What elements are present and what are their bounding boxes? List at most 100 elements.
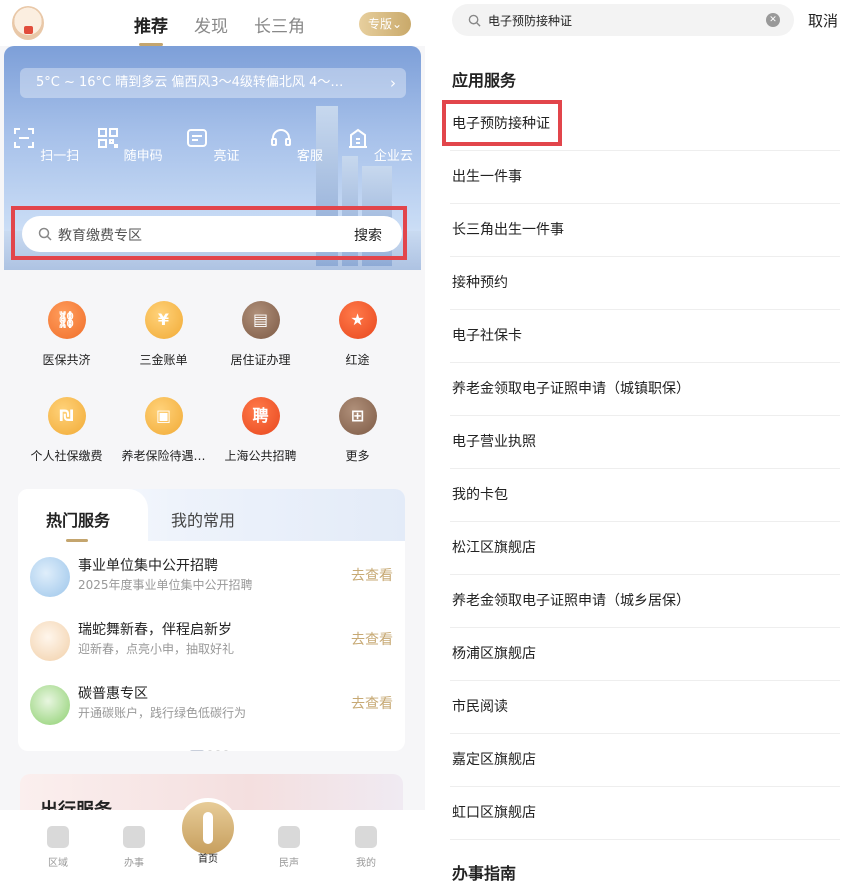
quick-health-code[interactable]: 随申码 (87, 126, 170, 164)
list-item[interactable]: 长三角出生一件事 (450, 204, 840, 257)
quick-customer-service-label: 客服 (296, 149, 323, 164)
version-button-label: 专版 (367, 17, 392, 31)
tab-label: 民声 (279, 858, 299, 869)
list-item[interactable]: 电子社保卡 (450, 310, 840, 363)
list-item[interactable]: 出生一件事 (450, 151, 840, 204)
grid-item-pension-benefits[interactable]: ▣ 养老保险待遇… (115, 392, 212, 488)
tab-region[interactable]: 区域 (38, 826, 78, 869)
building-icon (348, 128, 367, 148)
grid-item-label: 红途 (345, 353, 370, 367)
quick-show-license-label: 亮证 (213, 149, 240, 164)
tab-label: 区域 (48, 858, 68, 869)
grid-item-more[interactable]: ⊞ 更多 (309, 392, 406, 488)
list-item[interactable]: 电子营业执照 (450, 416, 840, 469)
list-item[interactable]: 嘉定区旗舰店 (450, 734, 840, 787)
search-input-value: 电子预防接种证 (488, 14, 573, 28)
list-item[interactable]: 松江区旗舰店 (450, 522, 840, 575)
hot-service-subtitle: 开通碳账户，践行绿色低碳行为 (78, 706, 247, 720)
version-button[interactable]: 专版⌄ (359, 12, 411, 36)
hot-service-title: 碳普惠专区 (78, 686, 148, 702)
list-item[interactable]: 养老金领取电子证照申请（城乡居保） (450, 575, 840, 628)
list-item[interactable]: 虹口区旗舰店 (450, 787, 840, 840)
family-icon: ⛓ (47, 301, 86, 339)
star-icon: ★ (338, 301, 377, 339)
headset-icon (270, 129, 291, 146)
tab-mine[interactable]: 我的 (346, 826, 386, 869)
quick-enterprise-cloud[interactable]: 企业云 (338, 126, 421, 164)
tab-yangtze-delta[interactable]: 长三角 (254, 12, 305, 46)
wallet-icon: ₪ (47, 397, 86, 435)
quick-actions: 扫一扫 随申码 亮证 客服 企业云 (4, 126, 421, 164)
mascot-avatar-icon[interactable] (12, 6, 44, 40)
list-item[interactable]: 杨浦区旗舰店 (450, 628, 840, 681)
grid-item-label: 三金账单 (139, 353, 188, 367)
tab-home-label: 首页 (198, 854, 218, 865)
grid-item-social-insurance-payment[interactable]: ₪ 个人社保缴费 (18, 392, 115, 488)
hot-services-card: 热门服务 我的常用 事业单位集中公开招聘 2025年度事业单位集中公开招聘 去查… (18, 489, 405, 751)
search-icon (468, 14, 481, 27)
yen-house-icon: ¥ (144, 301, 183, 339)
carbon-logo-icon (30, 685, 70, 725)
grid-item-label: 养老保险待遇… (121, 449, 206, 463)
hot-service-item[interactable]: 事业单位集中公开招聘 2025年度事业单位集中公开招聘 去查看 (18, 551, 405, 615)
grid-item-label: 更多 (345, 449, 370, 463)
section-title-app-services: 应用服务 (452, 71, 517, 90)
search-results-list: 电子预防接种证 出生一件事 长三角出生一件事 接种预约 电子社保卡 养老金领取电… (450, 98, 840, 840)
tab-label: 我的 (356, 858, 376, 869)
grid-item-three-funds-bill[interactable]: ¥ 三金账单 (115, 296, 212, 392)
quick-customer-service[interactable]: 客服 (254, 126, 337, 164)
card-icon: ▤ (241, 301, 280, 339)
section-title-guide: 办事指南 (452, 864, 517, 883)
view-link[interactable]: 去查看 (351, 693, 393, 713)
cancel-button[interactable]: 取消 (808, 10, 838, 31)
quick-scan[interactable]: 扫一扫 (4, 126, 87, 164)
hot-service-item[interactable]: 瑞蛇舞新春，伴程启新岁 迎新春，点亮小申，抽取好礼 去查看 (18, 615, 405, 679)
grid-item-public-recruitment[interactable]: 聘上海公共招聘 (212, 392, 309, 488)
list-item[interactable]: 我的卡包 (450, 469, 840, 522)
weather-text: 5°C ~ 16°C 晴到多云 偏西风3～4级转偏北风 4～… (36, 75, 344, 90)
grid-item-label: 个人社保缴费 (30, 449, 103, 463)
mascot-icon (30, 621, 70, 661)
search-input[interactable]: 电子预防接种证 ✕ (452, 4, 794, 36)
grid-item-label: 居住证办理 (230, 353, 291, 367)
list-item[interactable]: 接种预约 (450, 257, 840, 310)
recruit-badge-icon (30, 557, 70, 597)
carousel-dots (190, 739, 232, 751)
id-card-icon (187, 129, 208, 147)
quick-show-license[interactable]: 亮证 (171, 126, 254, 164)
clear-icon[interactable]: ✕ (766, 13, 780, 27)
home-screen: 推荐 发现 长三角 专版⌄ 5°C ~ 16°C 晴到多云 偏西风3～4级转偏北… (0, 0, 425, 894)
tab-hot-services[interactable]: 热门服务 (46, 507, 110, 542)
top-bar: 推荐 发现 长三角 专版⌄ (0, 0, 425, 46)
chevron-right-icon: › (390, 74, 396, 92)
hot-card-tabs: 热门服务 我的常用 (18, 489, 405, 541)
pen-icon (123, 826, 145, 848)
grid-item-medical-mutual-aid[interactable]: ⛓ 医保共济 (18, 296, 115, 392)
view-link[interactable]: 去查看 (351, 565, 393, 585)
view-link[interactable]: 去查看 (351, 629, 393, 649)
tab-discover[interactable]: 发现 (194, 12, 228, 46)
quick-scan-label: 扫一扫 (40, 149, 80, 164)
grid-more-icon: ⊞ (338, 397, 377, 435)
list-item[interactable]: 市民阅读 (450, 681, 840, 734)
grid-item-red-route[interactable]: ★ 红途 (309, 296, 406, 392)
list-item[interactable]: 养老金领取电子证照申请（城镇职保） (450, 363, 840, 416)
quick-health-code-label: 随申码 (123, 149, 163, 164)
qr-code-icon (97, 128, 118, 148)
tab-public-voice[interactable]: 民声 (269, 826, 309, 869)
tab-affairs[interactable]: 办事 (114, 826, 154, 869)
tab-my-favorites[interactable]: 我的常用 (171, 507, 235, 531)
home-tab-icon[interactable] (178, 798, 238, 858)
tab-label: 办事 (124, 858, 144, 869)
hot-service-subtitle: 迎新春，点亮小申，抽取好礼 (78, 642, 235, 656)
grid-item-residence-permit[interactable]: ▤ 居住证办理 (212, 296, 309, 392)
hot-service-item[interactable]: 碳普惠专区 开通碳账户，践行绿色低碳行为 去查看 (18, 679, 405, 743)
highlight-box (11, 206, 407, 260)
document-icon: ▣ (144, 397, 183, 435)
weather-bar[interactable]: 5°C ~ 16°C 晴到多云 偏西风3～4级转偏北风 4～… › (20, 68, 406, 98)
quick-enterprise-cloud-label: 企业云 (373, 149, 413, 164)
service-grid: ⛓ 医保共济 ¥ 三金账单 ▤ 居住证办理 ★ 红途 ₪ 个人社保缴费 ▣ 养老保险待遇… … (0, 296, 425, 488)
hot-service-title: 瑞蛇舞新春，伴程启新岁 (78, 622, 232, 638)
highlight-box (442, 100, 562, 146)
tab-recommend[interactable]: 推荐 (134, 12, 168, 46)
